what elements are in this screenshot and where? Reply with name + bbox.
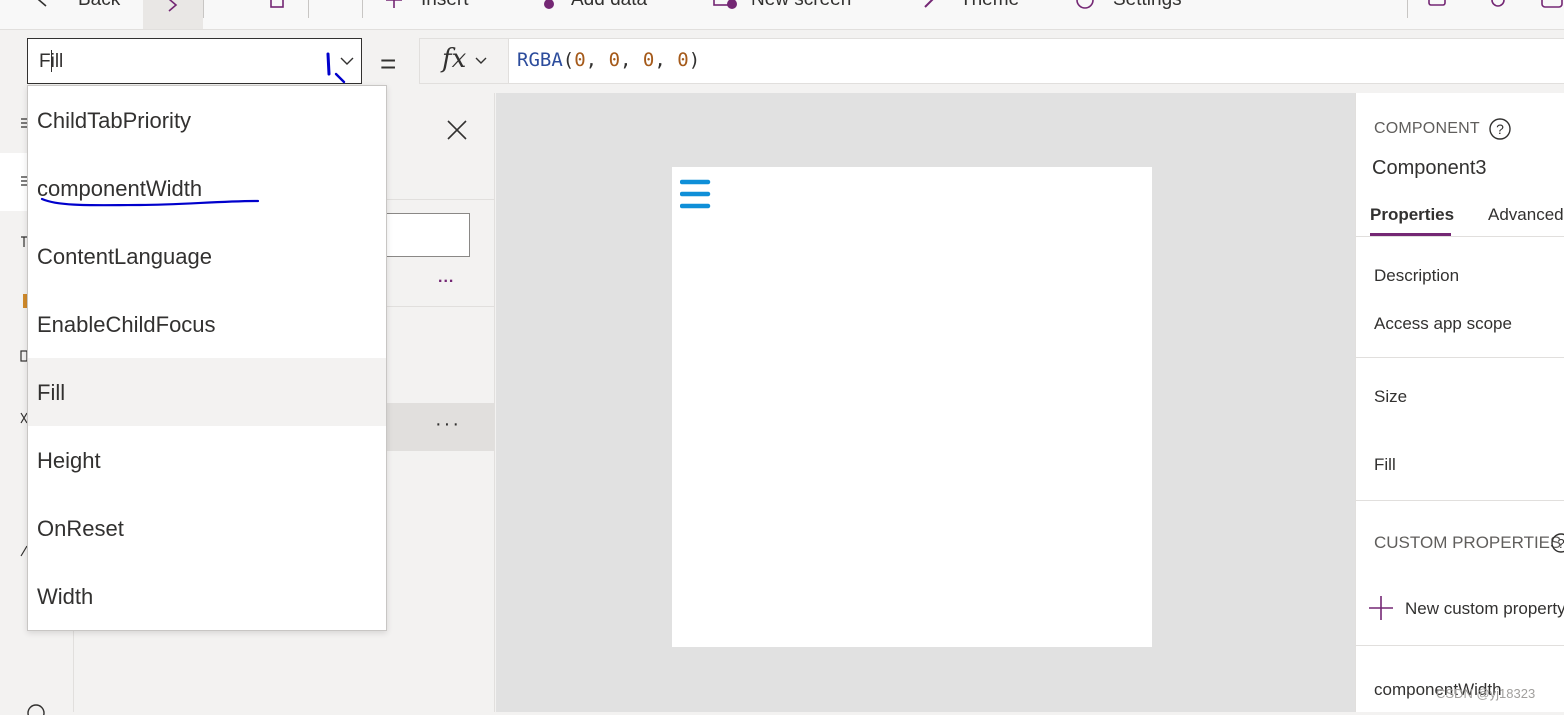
size-label: Size [1374,387,1408,406]
back-label: Back [78,0,120,11]
property-selector[interactable]: Fill [27,38,362,84]
theme-button[interactable]: Theme [922,0,1019,12]
description-label: Description [1374,266,1460,285]
new-custom-property-button[interactable]: New custom property [1368,593,1564,625]
formula-paren-close: ) [688,49,701,71]
canvas-area[interactable] [496,93,1355,712]
dropdown-item[interactable]: ChildTabPriority [28,86,386,154]
svg-text:?: ? [1557,536,1564,551]
plus-icon [386,0,402,8]
formula-arg: 0 [677,49,689,71]
close-icon[interactable] [445,118,469,142]
divider [1356,500,1564,501]
preview-button[interactable] [1540,0,1564,12]
formula-arg: 0 [642,49,655,71]
tab-advanced[interactable]: Advanced [1488,205,1564,225]
insert-button[interactable]: Insert [385,0,469,12]
add-data-button[interactable]: Add data [533,0,647,12]
theme-label: Theme [960,0,1019,11]
settings-rail-icon[interactable] [24,699,48,715]
access-app-scope-label: Access app scope [1374,314,1512,333]
toolbar-active-item[interactable] [143,0,203,29]
annotation-underline [40,197,260,207]
annotation-mark [326,52,346,84]
divider [1356,236,1564,237]
add-data-label: Add data [571,0,647,11]
formula-arg: 0 [574,49,586,71]
tree-search-input[interactable] [375,213,470,257]
help-icon[interactable]: ? [1488,117,1512,141]
dropdown-item[interactable]: componentWidth [28,154,386,222]
tree-view-tab[interactable] [0,153,28,211]
more-options-button[interactable]: ... [438,269,454,287]
watermark: CSDN @yj18323 [1436,686,1536,701]
settings-label: Settings [1113,0,1182,11]
fill-label: Fill [1374,455,1396,474]
properties-panel: COMPONENT ? Component3 Properties Advanc… [1355,93,1564,712]
plus-icon [1369,596,1393,620]
component-canvas[interactable] [672,167,1152,647]
gear-icon [1076,0,1094,9]
hamburger-menu-icon[interactable] [680,179,712,211]
equals-sign: = [380,48,397,79]
property-dropdown-list: ChildTabPriority componentWidth ContentL… [27,85,387,631]
tab-properties[interactable]: Properties [1370,205,1454,225]
divider [1356,645,1564,646]
back-arrow-icon [37,0,47,7]
formula-function: RGBA [517,49,563,71]
settings-button[interactable]: Settings [1073,0,1182,12]
comments-button[interactable] [1427,0,1447,12]
health-check-button[interactable] [1488,0,1508,12]
svg-text:?: ? [1496,121,1504,137]
dropdown-item[interactable]: ContentLanguage [28,222,386,290]
dropdown-item[interactable]: Height [28,426,386,494]
fx-button[interactable]: fx [419,38,509,84]
formula-input[interactable]: RGBA(0, 0, 0, 0) [509,38,1564,84]
formula-separator: , [620,49,643,71]
back-button[interactable]: Back [36,0,120,12]
copy-button[interactable] [268,0,288,12]
formula-text: RGBA(0, 0, 0, 0) [517,49,700,71]
section-label: COMPONENT [1374,120,1480,137]
new-screen-label: New screen [751,0,851,11]
dropdown-item[interactable]: EnableChildFocus [28,290,386,358]
new-screen-icon [713,0,737,9]
command-bar: Back Insert Add data New screen Theme Se… [0,0,1564,30]
dropdown-item[interactable]: OnReset [28,494,386,562]
stethoscope-icon [1491,0,1505,7]
copy-icon [270,0,284,8]
forward-arrow-icon [168,0,178,12]
chevron-down-icon [475,57,487,64]
custom-properties-label: CUSTOM PROPERTIES [1374,533,1562,552]
text-cursor [51,50,52,72]
dropdown-item[interactable]: Width [28,562,386,630]
component-name: Component3 [1372,157,1487,179]
database-add-icon [544,0,554,9]
play-icon [1541,0,1563,8]
formula-separator: , [585,49,609,71]
comment-icon [1428,0,1446,6]
help-icon[interactable]: ? [1550,532,1564,554]
dropdown-item-selected[interactable]: Fill [28,358,386,426]
insert-label: Insert [421,0,469,11]
toolbar-divider [308,0,309,18]
more-options-button[interactable]: ··· [435,413,461,436]
fx-label: fx [442,44,467,74]
brush-icon [924,0,934,8]
formula-paren-open: ( [562,49,575,71]
divider [1356,357,1564,358]
toolbar-divider [203,0,204,18]
toolbar-divider [1407,0,1408,18]
formula-arg: 0 [608,49,621,71]
toolbar-divider [362,0,363,18]
formula-separator: , [654,49,678,71]
new-screen-button[interactable]: New screen [713,0,851,12]
new-custom-property-label: New custom property [1405,599,1564,618]
